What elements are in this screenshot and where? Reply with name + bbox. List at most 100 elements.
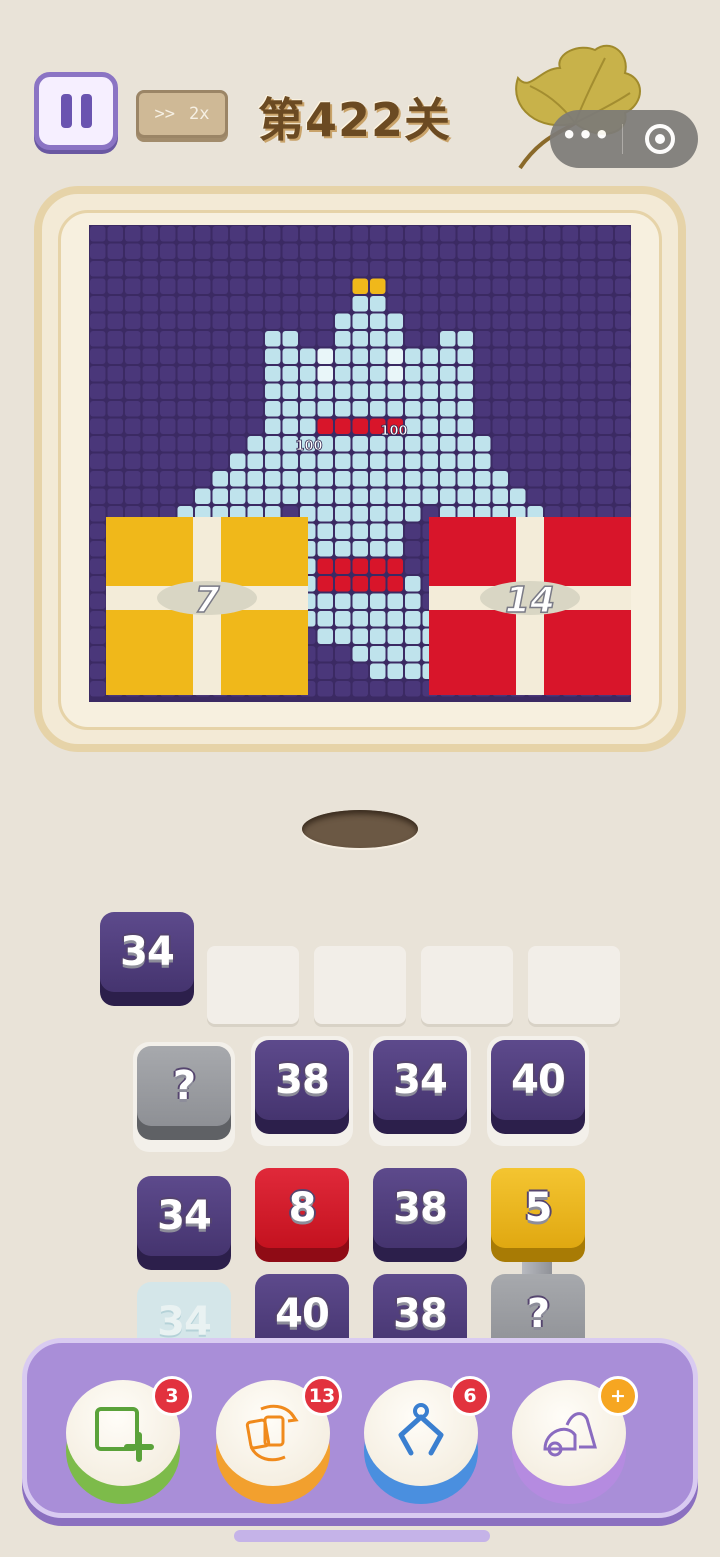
tool-add-badge: + xyxy=(598,1376,638,1416)
pixel-cell xyxy=(597,453,613,469)
pixel-cell xyxy=(615,331,631,347)
pixel-cell xyxy=(387,296,403,312)
pixel-cell xyxy=(440,313,456,329)
grid-block[interactable]: 5 xyxy=(491,1168,585,1262)
pixel-cell xyxy=(335,628,351,644)
pixel-cell xyxy=(405,593,421,609)
pixel-cell xyxy=(387,313,403,329)
grid-block[interactable]: 34 xyxy=(137,1176,231,1270)
pixel-cell xyxy=(142,453,158,469)
pixel-cell xyxy=(282,401,298,417)
pixel-cell xyxy=(510,436,526,452)
pixel-cell xyxy=(370,243,386,259)
pixel-cell xyxy=(212,261,228,277)
pixel-cell xyxy=(212,278,228,294)
pixel-cell xyxy=(230,331,246,347)
block-value: 34 xyxy=(157,1193,212,1239)
grid-block[interactable]: 38 xyxy=(373,1168,467,1262)
block-value: 38 xyxy=(275,1057,330,1103)
pixel-cell xyxy=(422,243,438,259)
pixel-cell xyxy=(90,681,106,697)
score-label: 100 xyxy=(380,424,407,439)
pixel-cell xyxy=(457,296,473,312)
pixel-cell xyxy=(142,471,158,487)
pixel-cell xyxy=(370,558,386,574)
add-slot-tool-button[interactable]: 3 xyxy=(66,1376,192,1504)
pixel-cell xyxy=(317,663,333,679)
pixel-cell xyxy=(142,331,158,347)
pixel-cell xyxy=(527,226,543,242)
grid-block[interactable]: 40 xyxy=(487,1036,589,1146)
pixel-cell xyxy=(440,243,456,259)
pixel-cell xyxy=(475,488,491,504)
pixel-cell xyxy=(107,296,123,312)
pixel-cell xyxy=(562,366,578,382)
pixel-cell xyxy=(370,663,386,679)
pixel-cell xyxy=(370,278,386,294)
pixel-cell xyxy=(527,278,543,294)
pixel-cell xyxy=(212,313,228,329)
pixel-cell xyxy=(405,663,421,679)
grid-block[interactable]: 38 xyxy=(251,1036,353,1146)
pixel-cell xyxy=(352,593,368,609)
pixel-cell xyxy=(90,261,106,277)
pixel-cell xyxy=(90,506,106,522)
shuffle-tool-button[interactable]: 13 xyxy=(216,1376,342,1504)
pixel-cell xyxy=(475,418,491,434)
pixel-cell xyxy=(142,383,158,399)
pixel-cell xyxy=(335,226,351,242)
speed-toggle-button[interactable]: >> 2x xyxy=(136,90,228,138)
pixel-cell xyxy=(335,313,351,329)
pixel-cell xyxy=(492,453,508,469)
pixel-cell xyxy=(230,278,246,294)
pixel-cell xyxy=(422,331,438,347)
grid-block[interactable]: ? xyxy=(133,1042,235,1152)
pixel-cell xyxy=(317,348,333,364)
pixel-cell xyxy=(300,261,316,277)
close-miniprogram-button[interactable] xyxy=(623,124,697,154)
pixel-cell xyxy=(597,331,613,347)
pixel-cell xyxy=(527,261,543,277)
pixel-cell xyxy=(492,226,508,242)
pixel-cell xyxy=(282,488,298,504)
pixel-cell xyxy=(90,436,106,452)
pixel-cell xyxy=(597,243,613,259)
pixel-cell xyxy=(90,296,106,312)
pixel-cell xyxy=(212,471,228,487)
pixel-cell xyxy=(107,436,123,452)
pixel-cell xyxy=(405,278,421,294)
grid-block[interactable]: 8 xyxy=(255,1168,349,1262)
pixel-cell xyxy=(475,366,491,382)
pixel-cell xyxy=(142,436,158,452)
target-icon xyxy=(645,124,675,154)
pixel-cell xyxy=(125,401,141,417)
pause-button[interactable] xyxy=(34,72,118,150)
pixel-cell xyxy=(90,541,106,557)
pixel-cell xyxy=(90,243,106,259)
pixel-cell xyxy=(405,401,421,417)
pixel-cell xyxy=(597,348,613,364)
pixel-cell xyxy=(387,576,403,592)
held-block[interactable]: 34 xyxy=(100,912,194,1006)
mystery-icon: ? xyxy=(526,1291,550,1337)
pixel-cell xyxy=(352,401,368,417)
pause-icon-bar-right xyxy=(80,94,92,128)
pixel-cell xyxy=(317,558,333,574)
vacuum-tool-button[interactable]: + xyxy=(512,1376,638,1504)
pixel-cell xyxy=(90,593,106,609)
pixel-cell xyxy=(107,366,123,382)
pixel-cell xyxy=(457,366,473,382)
pixel-cell xyxy=(265,436,281,452)
pixel-cell xyxy=(510,296,526,312)
pixel-cell xyxy=(492,488,508,504)
pixel-cell xyxy=(545,366,561,382)
pixel-cell xyxy=(405,541,421,557)
pixel-cell xyxy=(90,366,106,382)
claw-tool-button[interactable]: 6 xyxy=(364,1376,490,1504)
pixel-cell xyxy=(562,471,578,487)
pixel-cell xyxy=(597,471,613,487)
pixel-cell xyxy=(387,628,403,644)
pixel-cell xyxy=(545,226,561,242)
grid-block[interactable]: 34 xyxy=(369,1036,471,1146)
more-menu-button[interactable]: ••• xyxy=(550,121,622,149)
